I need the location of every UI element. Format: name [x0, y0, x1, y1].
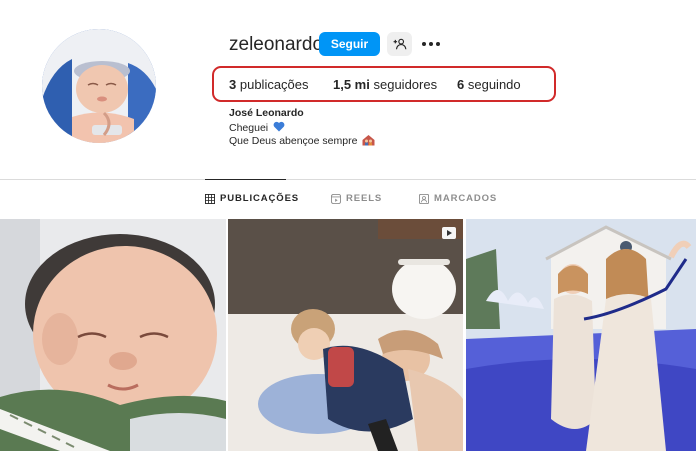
mother-daughter-photo: [466, 219, 696, 451]
followers-count-label: seguidores: [373, 77, 438, 92]
posts-count-value: 3: [229, 77, 237, 92]
bio-line-2: Que Deus abençoe sempre: [229, 134, 375, 147]
post-thumbnail-2[interactable]: [228, 219, 463, 451]
tab-publicacoes[interactable]: PUBLICAÇÕES: [205, 193, 299, 204]
newborn-photo: [0, 219, 226, 451]
family-emoji-icon: [362, 135, 375, 146]
tabs-divider: [0, 179, 696, 180]
profile-username: zeleonardo: [229, 34, 324, 55]
following-count-value: 6: [457, 77, 465, 92]
newborn-avatar-image: [42, 29, 156, 143]
tab-reels[interactable]: REELS: [331, 193, 382, 204]
grid-icon: [205, 193, 215, 204]
tab-publicacoes-label: PUBLICAÇÕES: [220, 193, 300, 204]
posts-count-label: publicações: [239, 77, 309, 92]
post-thumbnail-1[interactable]: [0, 219, 226, 451]
followers-count[interactable]: 1,5 mi seguidores: [333, 77, 437, 92]
follow-button[interactable]: Seguir: [319, 32, 380, 56]
tab-marcados-label: MARCADOS: [434, 193, 498, 204]
following-count[interactable]: 6 seguindo: [457, 77, 521, 92]
active-tab-indicator: [205, 179, 286, 180]
following-count-label: seguindo: [467, 77, 521, 92]
suggested-users-button[interactable]: [387, 32, 412, 56]
tagged-icon: [419, 193, 429, 204]
profile-avatar[interactable]: [42, 29, 156, 143]
more-dots-icon: [422, 42, 440, 46]
add-person-icon: [393, 38, 406, 50]
tab-reels-label: REELS: [346, 193, 383, 204]
bio-full-name: José Leonardo: [229, 107, 304, 119]
more-options-button[interactable]: [420, 34, 442, 54]
bio-line-1-text: Cheguei: [229, 122, 269, 134]
bio-line-2-text: Que Deus abençoe sempre: [229, 135, 358, 147]
mother-child-reel-image: [228, 219, 463, 451]
posts-count: 3 publicações: [229, 77, 309, 92]
followers-count-value: 1,5 mi: [333, 77, 370, 92]
tab-marcados[interactable]: MARCADOS: [419, 193, 497, 204]
post-thumbnail-3[interactable]: [466, 219, 696, 451]
reels-icon: [331, 193, 341, 204]
blue-heart-icon: [273, 121, 285, 132]
bio-line-1: Cheguei: [229, 121, 285, 134]
